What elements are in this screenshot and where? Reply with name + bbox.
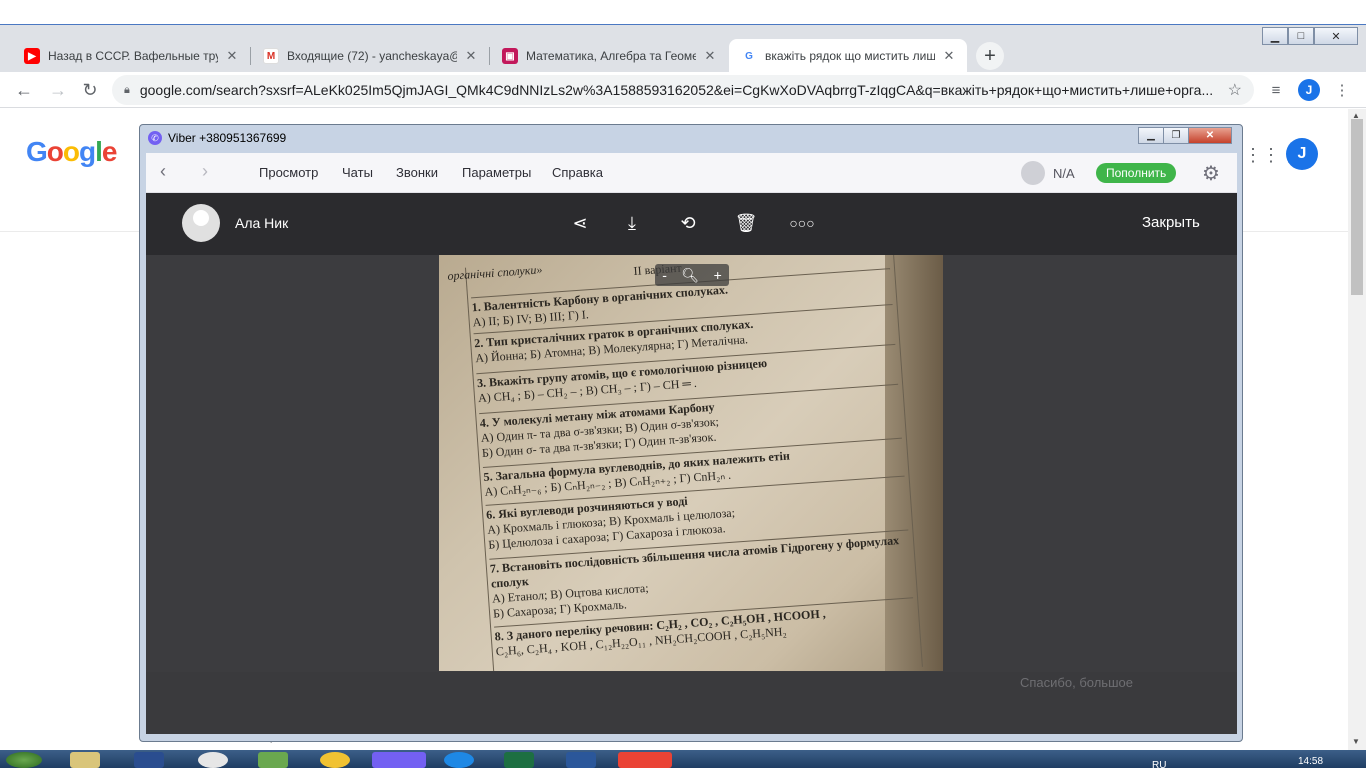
tab-youtube[interactable]: ▶ Назад в СССР. Вафельные труб ✕: [12, 39, 250, 73]
close-icon[interactable]: ✕: [702, 48, 718, 64]
share-icon[interactable]: ⋖: [568, 211, 592, 235]
question-title: 1. Валентність Карбону в органічних спол…: [471, 282, 729, 315]
viber-window: ✆ Viber +380951367699 ▁ ❐ ✕ ‹ › Просмотр…: [139, 124, 1243, 742]
more-options-icon[interactable]: ○○○: [789, 211, 814, 235]
browser-icon[interactable]: [198, 752, 228, 768]
menu-kebab-icon[interactable]: ⋮: [1330, 78, 1354, 102]
account-icon[interactable]: [1021, 161, 1045, 185]
gmail-icon: M: [263, 48, 279, 64]
window-controls: ▁ □ ✕: [1262, 27, 1358, 45]
app-icon[interactable]: [320, 752, 350, 768]
viber-window-controls: ▁ ❐ ✕: [1138, 127, 1232, 144]
close-icon[interactable]: ✕: [941, 48, 957, 64]
language-indicator[interactable]: RU: [1152, 760, 1166, 771]
tab-title: Назад в СССР. Вафельные труб: [48, 49, 218, 63]
worksheet-header: органічні сполуки»: [447, 262, 543, 283]
screen-top-strip: [0, 0, 1366, 24]
address-bar[interactable]: 🔒︎ google.com/search?sxsrf=ALeKk025Im5Qj…: [112, 75, 1254, 105]
photo-image[interactable]: органічні сполуки» II варіант 1. Валентн…: [439, 255, 943, 671]
avatar: [182, 204, 220, 242]
classroom-icon: ▣: [502, 48, 518, 64]
menu-chats[interactable]: Чаты: [342, 165, 373, 180]
chat-message-ghost: Спасибо, большое: [1020, 675, 1133, 690]
lock-icon: 🔒︎: [124, 83, 130, 96]
google-icon: G: [741, 48, 757, 64]
zoom-out-button[interactable]: -: [662, 267, 667, 283]
close-icon[interactable]: ✕: [463, 48, 479, 64]
close-window-icon[interactable]: ✕: [1188, 127, 1232, 144]
forward-icon[interactable]: ›: [202, 161, 208, 182]
minimize-icon[interactable]: ▁: [1138, 127, 1164, 144]
close-window-icon[interactable]: ✕: [1314, 27, 1358, 45]
viber-taskbar-icon[interactable]: [372, 752, 426, 768]
gear-icon[interactable]: ⚙: [1202, 161, 1220, 186]
close-icon[interactable]: ✕: [224, 48, 240, 64]
close-viewer-button[interactable]: Закрыть: [1142, 214, 1200, 231]
menu-view[interactable]: Просмотр: [259, 165, 318, 180]
zoom-controls: - 🔍︎ +: [655, 264, 729, 286]
page-scrollbar[interactable]: ▲ ▼: [1348, 109, 1366, 750]
taskbar: RU 14:58: [0, 750, 1366, 771]
chrome-taskbar-icon[interactable]: [618, 752, 672, 768]
rotate-icon[interactable]: ⟲: [676, 211, 700, 235]
menu-help[interactable]: Справка: [552, 165, 603, 180]
viber-window-title: Viber +380951367699: [168, 131, 287, 145]
bookmark-star-icon[interactable]: ☆: [1228, 80, 1242, 100]
app-icon[interactable]: [134, 752, 164, 768]
balance-text: N/A: [1053, 166, 1075, 181]
restore-icon[interactable]: ❐: [1163, 127, 1189, 144]
maximize-icon[interactable]: □: [1288, 27, 1314, 45]
minimize-icon[interactable]: ▁: [1262, 27, 1288, 45]
media-viewer-header: Ала Ник ⋖ ⤓ ⟲ 🗑︎ ○○○ Закрыть: [146, 193, 1237, 255]
youtube-icon: ▶: [24, 48, 40, 64]
back-icon[interactable]: ‹: [160, 161, 166, 182]
tab-title: вкажіть рядок що мистить лиш: [765, 49, 935, 63]
clock[interactable]: 14:58: [1298, 756, 1323, 767]
url-text[interactable]: google.com/search?sxsrf=ALeKk025Im5QjmJA…: [140, 82, 1220, 98]
scroll-down-icon[interactable]: ▼: [1352, 737, 1360, 746]
worksheet: органічні сполуки» II варіант 1. Валентн…: [447, 255, 934, 671]
explorer-icon[interactable]: [70, 752, 100, 768]
excel-icon[interactable]: [504, 752, 534, 768]
forward-icon[interactable]: →: [46, 78, 70, 102]
tab-classroom[interactable]: ▣ Математика, Алгебра та Геомет ✕: [490, 39, 728, 73]
media-queue-icon[interactable]: ≡: [1264, 78, 1288, 102]
media-viewer: Ала Ник ⋖ ⤓ ⟲ 🗑︎ ○○○ Закрыть Спасибо, бо…: [146, 193, 1237, 734]
browser-toolbar: ← → ↻ 🔒︎ google.com/search?sxsrf=ALeKk02…: [0, 72, 1366, 108]
tab-title: Математика, Алгебра та Геомет: [526, 49, 696, 63]
tab-google-search[interactable]: G вкажіть рядок що мистить лиш ✕: [729, 39, 967, 73]
topup-button[interactable]: Пополнить: [1096, 163, 1177, 183]
menu-calls[interactable]: Звонки: [396, 165, 438, 180]
viber-titlebar: ✆ Viber +380951367699: [140, 125, 1242, 151]
start-button[interactable]: [6, 752, 42, 768]
viber-icon: ✆: [148, 131, 162, 145]
tab-strip: ▶ Назад в СССР. Вафельные труб ✕ M Входя…: [0, 24, 1366, 73]
new-tab-button[interactable]: +: [976, 42, 1004, 70]
back-icon[interactable]: ←: [12, 78, 36, 102]
google-logo[interactable]: Google: [26, 136, 117, 168]
reload-icon[interactable]: ↻: [78, 78, 102, 102]
download-icon[interactable]: ⤓: [620, 211, 644, 235]
google-account-avatar[interactable]: J: [1286, 138, 1318, 170]
word-icon[interactable]: [566, 752, 596, 768]
contact-name: Ала Ник: [235, 215, 289, 231]
viber-menubar: ‹ › Просмотр Чаты Звонки Параметры Справ…: [146, 153, 1237, 193]
scroll-thumb[interactable]: [1351, 119, 1363, 295]
menu-settings[interactable]: Параметры: [462, 165, 531, 180]
zoom-in-button[interactable]: +: [714, 267, 722, 283]
trash-icon[interactable]: 🗑︎: [734, 211, 758, 235]
tab-title: Входящие (72) - yancheskaya@g: [287, 49, 457, 63]
skype-icon[interactable]: [444, 752, 474, 768]
profile-avatar[interactable]: J: [1298, 79, 1320, 101]
zoom-icon: 🔍︎: [681, 266, 700, 283]
app-icon[interactable]: [258, 752, 288, 768]
tab-gmail[interactable]: M Входящие (72) - yancheskaya@g ✕: [251, 39, 489, 73]
